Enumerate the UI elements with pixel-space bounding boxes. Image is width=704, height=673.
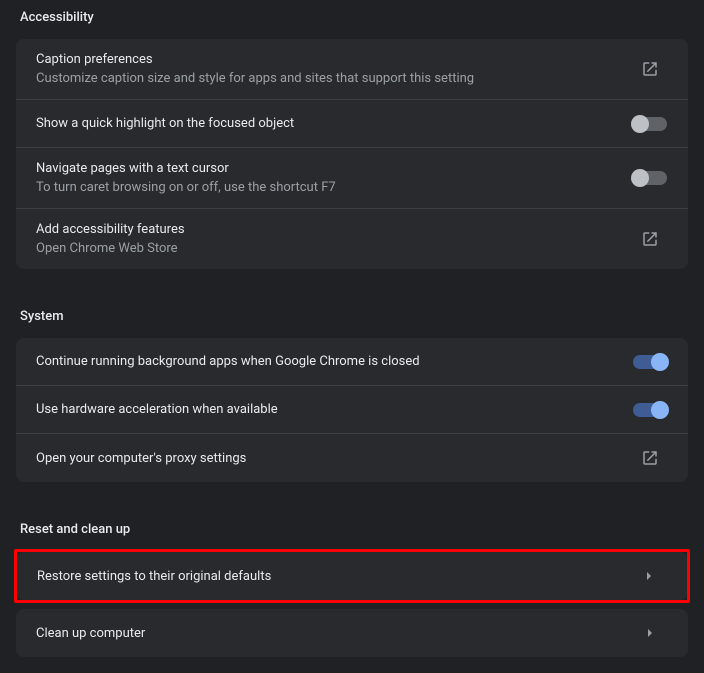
row-clean-up-computer[interactable]: Clean up computer [16, 609, 688, 657]
row-title: Use hardware acceleration when available [36, 402, 632, 417]
row-text: Add accessibility features Open Chrome W… [36, 222, 632, 256]
row-title: Restore settings to their original defau… [37, 569, 631, 584]
row-title: Open your computer's proxy settings [36, 451, 632, 466]
row-subtitle: Open Chrome Web Store [36, 241, 632, 256]
row-background-apps[interactable]: Continue running background apps when Go… [16, 338, 688, 386]
external-link-icon [632, 449, 668, 467]
row-text: Caption preferences Customize caption si… [36, 52, 632, 86]
card-system: Continue running background apps when Go… [16, 338, 688, 482]
row-text: Restore settings to their original defau… [37, 569, 631, 584]
section-header-reset: Reset and clean up [16, 512, 688, 551]
toggle-background-apps[interactable] [632, 355, 668, 369]
row-text: Open your computer's proxy settings [36, 451, 632, 466]
toggle-caret-browsing[interactable] [632, 171, 668, 185]
row-text: Use hardware acceleration when available [36, 402, 632, 417]
section-header-system: System [16, 299, 688, 338]
row-hardware-acceleration[interactable]: Use hardware acceleration when available [16, 386, 688, 434]
external-link-icon [632, 60, 668, 78]
row-title: Show a quick highlight on the focused ob… [36, 116, 632, 131]
row-title: Continue running background apps when Go… [36, 354, 632, 369]
row-caret-browsing[interactable]: Navigate pages with a text cursor To tur… [16, 148, 688, 209]
row-title: Navigate pages with a text cursor [36, 161, 632, 176]
card-reset-cleanup: Clean up computer [16, 609, 688, 657]
row-title: Clean up computer [36, 626, 632, 641]
row-text: Show a quick highlight on the focused ob… [36, 116, 632, 131]
row-text: Clean up computer [36, 626, 632, 641]
chevron-right-icon [632, 628, 668, 638]
row-title: Add accessibility features [36, 222, 632, 237]
row-proxy-settings[interactable]: Open your computer's proxy settings [16, 434, 688, 482]
row-text: Continue running background apps when Go… [36, 354, 632, 369]
chevron-right-icon [631, 571, 667, 581]
annotation-highlight: Restore settings to their original defau… [14, 549, 690, 603]
row-title: Caption preferences [36, 52, 632, 67]
card-accessibility: Caption preferences Customize caption si… [16, 39, 688, 269]
row-text: Navigate pages with a text cursor To tur… [36, 161, 632, 195]
toggle-hardware-acceleration[interactable] [632, 403, 668, 417]
row-add-accessibility-features[interactable]: Add accessibility features Open Chrome W… [16, 209, 688, 269]
row-subtitle: To turn caret browsing on or off, use th… [36, 180, 632, 195]
row-restore-defaults[interactable]: Restore settings to their original defau… [17, 552, 687, 600]
row-quick-highlight[interactable]: Show a quick highlight on the focused ob… [16, 100, 688, 148]
toggle-quick-highlight[interactable] [632, 117, 668, 131]
row-subtitle: Customize caption size and style for app… [36, 71, 632, 86]
external-link-icon [632, 230, 668, 248]
row-caption-preferences[interactable]: Caption preferences Customize caption si… [16, 39, 688, 100]
section-header-accessibility: Accessibility [16, 0, 688, 39]
